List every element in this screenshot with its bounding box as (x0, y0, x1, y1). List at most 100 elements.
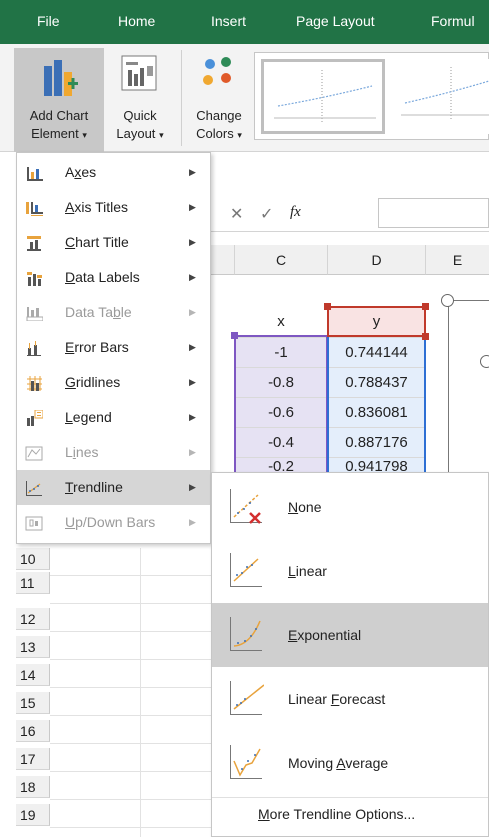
row-header[interactable]: 16 (16, 720, 50, 742)
add-chart-element-icon (44, 60, 78, 96)
change-colors-button[interactable]: Change Colors ▾ (186, 48, 252, 152)
menu-item-trendline[interactable]: Trendline ▶ (17, 470, 210, 505)
menu-item-legend[interactable]: Legend ▶ (17, 400, 210, 435)
add-chart-element-label-2: Element ▾ (31, 126, 87, 141)
submenu-divider (212, 797, 488, 798)
submenu-item-none[interactable]: None (212, 475, 488, 539)
menu-item-gridlines[interactable]: Gridlines ▶ (17, 365, 210, 400)
tab-formulas[interactable]: Formul (431, 0, 475, 44)
data-table-icon (26, 307, 43, 321)
quick-layout-icon (121, 55, 157, 91)
change-colors-label-1: Change (196, 108, 242, 123)
submenu-item-label: Moving Average (288, 755, 389, 771)
column-header-b[interactable] (211, 245, 235, 275)
tab-home[interactable]: Home (118, 0, 155, 44)
add-chart-element-button[interactable]: Add Chart Element ▾ (14, 48, 104, 152)
menu-item-error-bars[interactable]: Error Bars ▶ (17, 330, 210, 365)
menu-item-axes[interactable]: Axes ▶ (17, 155, 210, 190)
enter-icon[interactable]: ✓ (260, 204, 273, 224)
change-colors-icon (203, 57, 231, 85)
x-range-handle[interactable] (231, 332, 238, 339)
trendline-linear-icon (230, 553, 262, 587)
menu-item-label: Chart Title (65, 234, 129, 250)
menu-item-data-labels[interactable]: Data Labels ▶ (17, 260, 210, 295)
submenu-item-moving-average[interactable]: Moving Average (212, 731, 488, 795)
menu-item-label: Data Table (65, 304, 132, 320)
submenu-arrow-icon: ▶ (189, 517, 196, 527)
menu-item-chart-title[interactable]: Chart Title ▶ (17, 225, 210, 260)
submenu-item-linear-forecast[interactable]: Linear Forecast (212, 667, 488, 731)
row-header[interactable]: 14 (16, 664, 50, 686)
change-colors-label-2: Colors ▾ (196, 126, 242, 141)
trendline-forecast-icon (230, 681, 264, 715)
formula-input[interactable] (378, 198, 489, 228)
ribbon-divider (181, 50, 182, 146)
chart-style-1[interactable] (261, 59, 385, 134)
trendline-submenu: None Linear Exponential Linear Forecast … (211, 472, 489, 837)
menu-item-label: Data Labels (65, 269, 140, 285)
submenu-item-label: Linear (288, 563, 327, 579)
row-header[interactable]: 17 (16, 748, 50, 770)
column-header-c[interactable]: C (235, 245, 328, 275)
chart-style-2[interactable] (389, 59, 489, 134)
submenu-arrow-icon: ▶ (189, 447, 196, 457)
legend-icon (27, 410, 43, 426)
menu-item-label: Gridlines (65, 374, 121, 390)
row-header[interactable]: 13 (16, 636, 50, 658)
column-header-e[interactable]: E (426, 245, 489, 275)
row-header[interactable]: 12 (16, 608, 50, 630)
error-bars-icon (27, 341, 41, 356)
chart-style-2-preview (401, 67, 489, 119)
trendline-none-icon (230, 489, 262, 524)
submenu-arrow-icon: ▶ (189, 307, 196, 317)
row-header[interactable]: 15 (16, 692, 50, 714)
submenu-arrow-icon: ▶ (189, 377, 196, 387)
submenu-arrow-icon: ▶ (189, 482, 196, 492)
tab-insert[interactable]: Insert (211, 0, 246, 44)
row-header[interactable]: 10 (16, 548, 50, 570)
row-header[interactable]: 19 (16, 804, 50, 826)
y-header-highlight (327, 306, 426, 337)
submenu-arrow-icon: ▶ (189, 342, 196, 352)
menu-item-axis-titles[interactable]: Axis Titles ▶ (17, 190, 210, 225)
chart-title-icon (27, 236, 41, 251)
up-down-bars-icon (25, 516, 43, 531)
submenu-arrow-icon: ▶ (189, 167, 196, 177)
menu-item-label: Error Bars (65, 339, 129, 355)
row-header[interactable]: 18 (16, 776, 50, 798)
row-header[interactable]: 11 (16, 572, 50, 594)
tab-page-layout[interactable]: Page Layout (296, 0, 375, 44)
chart-styles-gallery (254, 52, 489, 140)
insert-function-icon[interactable]: fx (290, 204, 301, 221)
submenu-item-exponential[interactable]: Exponential (212, 603, 488, 667)
y-range-highlight (327, 335, 426, 472)
lines-icon (25, 446, 43, 461)
gridlines-icon (27, 376, 42, 391)
quick-layout-label-1: Quick (123, 108, 157, 123)
trendline-icon (26, 481, 42, 496)
header-handle-br[interactable] (422, 333, 429, 340)
more-trendline-options[interactable]: More Trendline Options... (258, 806, 415, 822)
cell-c-header[interactable]: x (235, 308, 328, 338)
cancel-icon[interactable]: ✕ (230, 204, 243, 224)
axes-icon (27, 167, 43, 181)
quick-layout-label-2: Layout ▾ (116, 126, 164, 141)
quick-layout-button[interactable]: Quick Layout ▾ (104, 48, 176, 152)
trendline-moving-average-icon (230, 745, 262, 779)
header-handle-tr[interactable] (422, 303, 429, 310)
header-handle-tl[interactable] (324, 303, 331, 310)
formula-bar: ✕ ✓ fx (210, 196, 489, 232)
grid-column-line (140, 548, 141, 837)
menu-item-data-table[interactable]: Data Table ▶ (17, 295, 210, 330)
chart-object-frame[interactable] (448, 300, 489, 472)
column-header-d[interactable]: D (328, 245, 426, 275)
chart-resize-handle[interactable] (441, 294, 454, 307)
chart-style-1-preview (274, 70, 376, 122)
menu-item-up-down-bars[interactable]: Up/Down Bars ▶ (17, 505, 210, 540)
tab-file[interactable]: File (37, 0, 60, 44)
menu-item-label: Axes (65, 164, 97, 180)
submenu-item-linear[interactable]: Linear (212, 539, 488, 603)
plot-area-handle[interactable] (480, 355, 489, 368)
ribbon-tab-bar: File Home Insert Page Layout Formul (0, 0, 489, 44)
menu-item-lines[interactable]: Lines ▶ (17, 435, 210, 470)
